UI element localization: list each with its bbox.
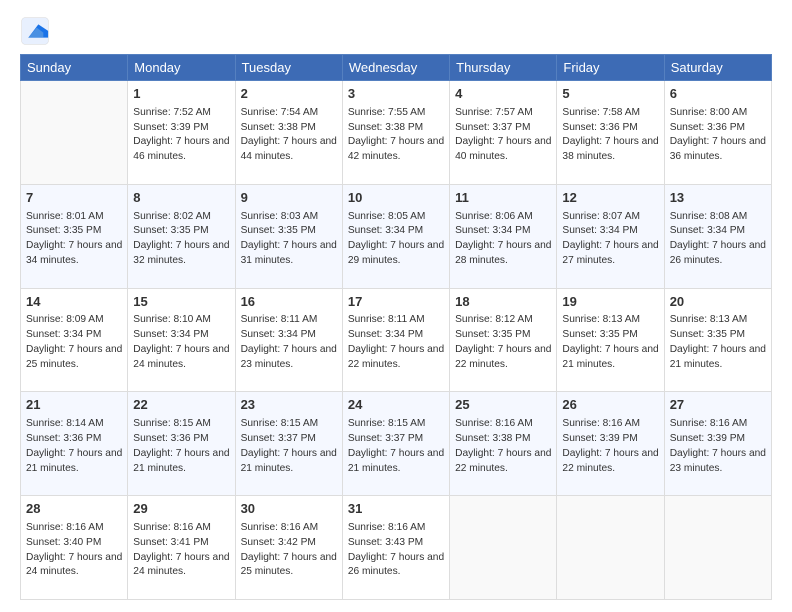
- calendar-cell: 18Sunrise: 8:12 AMSunset: 3:35 PMDayligh…: [450, 288, 557, 392]
- day-number: 2: [241, 85, 337, 104]
- logo-icon: [20, 16, 50, 46]
- calendar-cell: [664, 496, 771, 600]
- calendar-cell: 12Sunrise: 8:07 AMSunset: 3:34 PMDayligh…: [557, 184, 664, 288]
- calendar-week-row: 28Sunrise: 8:16 AMSunset: 3:40 PMDayligh…: [21, 496, 772, 600]
- day-number: 5: [562, 85, 658, 104]
- calendar-week-row: 1Sunrise: 7:52 AMSunset: 3:39 PMDaylight…: [21, 81, 772, 185]
- calendar-cell: 24Sunrise: 8:15 AMSunset: 3:37 PMDayligh…: [342, 392, 449, 496]
- calendar-cell: 31Sunrise: 8:16 AMSunset: 3:43 PMDayligh…: [342, 496, 449, 600]
- day-number: 11: [455, 189, 551, 208]
- calendar-cell: 1Sunrise: 7:52 AMSunset: 3:39 PMDaylight…: [128, 81, 235, 185]
- day-number: 30: [241, 500, 337, 519]
- calendar-cell: [21, 81, 128, 185]
- day-number: 20: [670, 293, 766, 312]
- day-number: 27: [670, 396, 766, 415]
- calendar-cell: 4Sunrise: 7:57 AMSunset: 3:37 PMDaylight…: [450, 81, 557, 185]
- day-header-wednesday: Wednesday: [342, 55, 449, 81]
- day-header-friday: Friday: [557, 55, 664, 81]
- day-number: 22: [133, 396, 229, 415]
- calendar-week-row: 14Sunrise: 8:09 AMSunset: 3:34 PMDayligh…: [21, 288, 772, 392]
- day-number: 19: [562, 293, 658, 312]
- page: SundayMondayTuesdayWednesdayThursdayFrid…: [0, 0, 792, 612]
- calendar-cell: 27Sunrise: 8:16 AMSunset: 3:39 PMDayligh…: [664, 392, 771, 496]
- day-number: 29: [133, 500, 229, 519]
- calendar-cell: [557, 496, 664, 600]
- day-number: 31: [348, 500, 444, 519]
- calendar-cell: 25Sunrise: 8:16 AMSunset: 3:38 PMDayligh…: [450, 392, 557, 496]
- day-number: 6: [670, 85, 766, 104]
- day-number: 24: [348, 396, 444, 415]
- calendar-cell: 6Sunrise: 8:00 AMSunset: 3:36 PMDaylight…: [664, 81, 771, 185]
- day-number: 12: [562, 189, 658, 208]
- day-number: 15: [133, 293, 229, 312]
- calendar-cell: 13Sunrise: 8:08 AMSunset: 3:34 PMDayligh…: [664, 184, 771, 288]
- day-number: 13: [670, 189, 766, 208]
- calendar-cell: 2Sunrise: 7:54 AMSunset: 3:38 PMDaylight…: [235, 81, 342, 185]
- calendar-cell: 16Sunrise: 8:11 AMSunset: 3:34 PMDayligh…: [235, 288, 342, 392]
- day-number: 23: [241, 396, 337, 415]
- calendar-cell: 3Sunrise: 7:55 AMSunset: 3:38 PMDaylight…: [342, 81, 449, 185]
- calendar-header-row: SundayMondayTuesdayWednesdayThursdayFrid…: [21, 55, 772, 81]
- calendar-cell: 22Sunrise: 8:15 AMSunset: 3:36 PMDayligh…: [128, 392, 235, 496]
- day-header-sunday: Sunday: [21, 55, 128, 81]
- day-number: 18: [455, 293, 551, 312]
- calendar-cell: 26Sunrise: 8:16 AMSunset: 3:39 PMDayligh…: [557, 392, 664, 496]
- calendar-cell: 20Sunrise: 8:13 AMSunset: 3:35 PMDayligh…: [664, 288, 771, 392]
- day-number: 7: [26, 189, 122, 208]
- day-number: 28: [26, 500, 122, 519]
- day-number: 4: [455, 85, 551, 104]
- logo: [20, 16, 54, 46]
- day-number: 16: [241, 293, 337, 312]
- day-number: 8: [133, 189, 229, 208]
- calendar-cell: 8Sunrise: 8:02 AMSunset: 3:35 PMDaylight…: [128, 184, 235, 288]
- day-header-monday: Monday: [128, 55, 235, 81]
- calendar-cell: 19Sunrise: 8:13 AMSunset: 3:35 PMDayligh…: [557, 288, 664, 392]
- day-header-saturday: Saturday: [664, 55, 771, 81]
- day-number: 1: [133, 85, 229, 104]
- day-header-tuesday: Tuesday: [235, 55, 342, 81]
- calendar-cell: 11Sunrise: 8:06 AMSunset: 3:34 PMDayligh…: [450, 184, 557, 288]
- calendar-cell: 28Sunrise: 8:16 AMSunset: 3:40 PMDayligh…: [21, 496, 128, 600]
- calendar-cell: 30Sunrise: 8:16 AMSunset: 3:42 PMDayligh…: [235, 496, 342, 600]
- calendar-cell: 23Sunrise: 8:15 AMSunset: 3:37 PMDayligh…: [235, 392, 342, 496]
- calendar-week-row: 7Sunrise: 8:01 AMSunset: 3:35 PMDaylight…: [21, 184, 772, 288]
- day-number: 21: [26, 396, 122, 415]
- day-number: 3: [348, 85, 444, 104]
- calendar-cell: 15Sunrise: 8:10 AMSunset: 3:34 PMDayligh…: [128, 288, 235, 392]
- calendar-cell: 5Sunrise: 7:58 AMSunset: 3:36 PMDaylight…: [557, 81, 664, 185]
- day-number: 9: [241, 189, 337, 208]
- calendar-cell: 14Sunrise: 8:09 AMSunset: 3:34 PMDayligh…: [21, 288, 128, 392]
- day-number: 26: [562, 396, 658, 415]
- calendar-week-row: 21Sunrise: 8:14 AMSunset: 3:36 PMDayligh…: [21, 392, 772, 496]
- calendar-cell: 9Sunrise: 8:03 AMSunset: 3:35 PMDaylight…: [235, 184, 342, 288]
- day-number: 17: [348, 293, 444, 312]
- day-number: 25: [455, 396, 551, 415]
- header: [20, 16, 772, 46]
- calendar-cell: 29Sunrise: 8:16 AMSunset: 3:41 PMDayligh…: [128, 496, 235, 600]
- calendar-cell: 10Sunrise: 8:05 AMSunset: 3:34 PMDayligh…: [342, 184, 449, 288]
- calendar-cell: [450, 496, 557, 600]
- calendar-cell: 17Sunrise: 8:11 AMSunset: 3:34 PMDayligh…: [342, 288, 449, 392]
- day-header-thursday: Thursday: [450, 55, 557, 81]
- day-number: 14: [26, 293, 122, 312]
- calendar-cell: 7Sunrise: 8:01 AMSunset: 3:35 PMDaylight…: [21, 184, 128, 288]
- calendar-cell: 21Sunrise: 8:14 AMSunset: 3:36 PMDayligh…: [21, 392, 128, 496]
- day-number: 10: [348, 189, 444, 208]
- calendar-table: SundayMondayTuesdayWednesdayThursdayFrid…: [20, 54, 772, 600]
